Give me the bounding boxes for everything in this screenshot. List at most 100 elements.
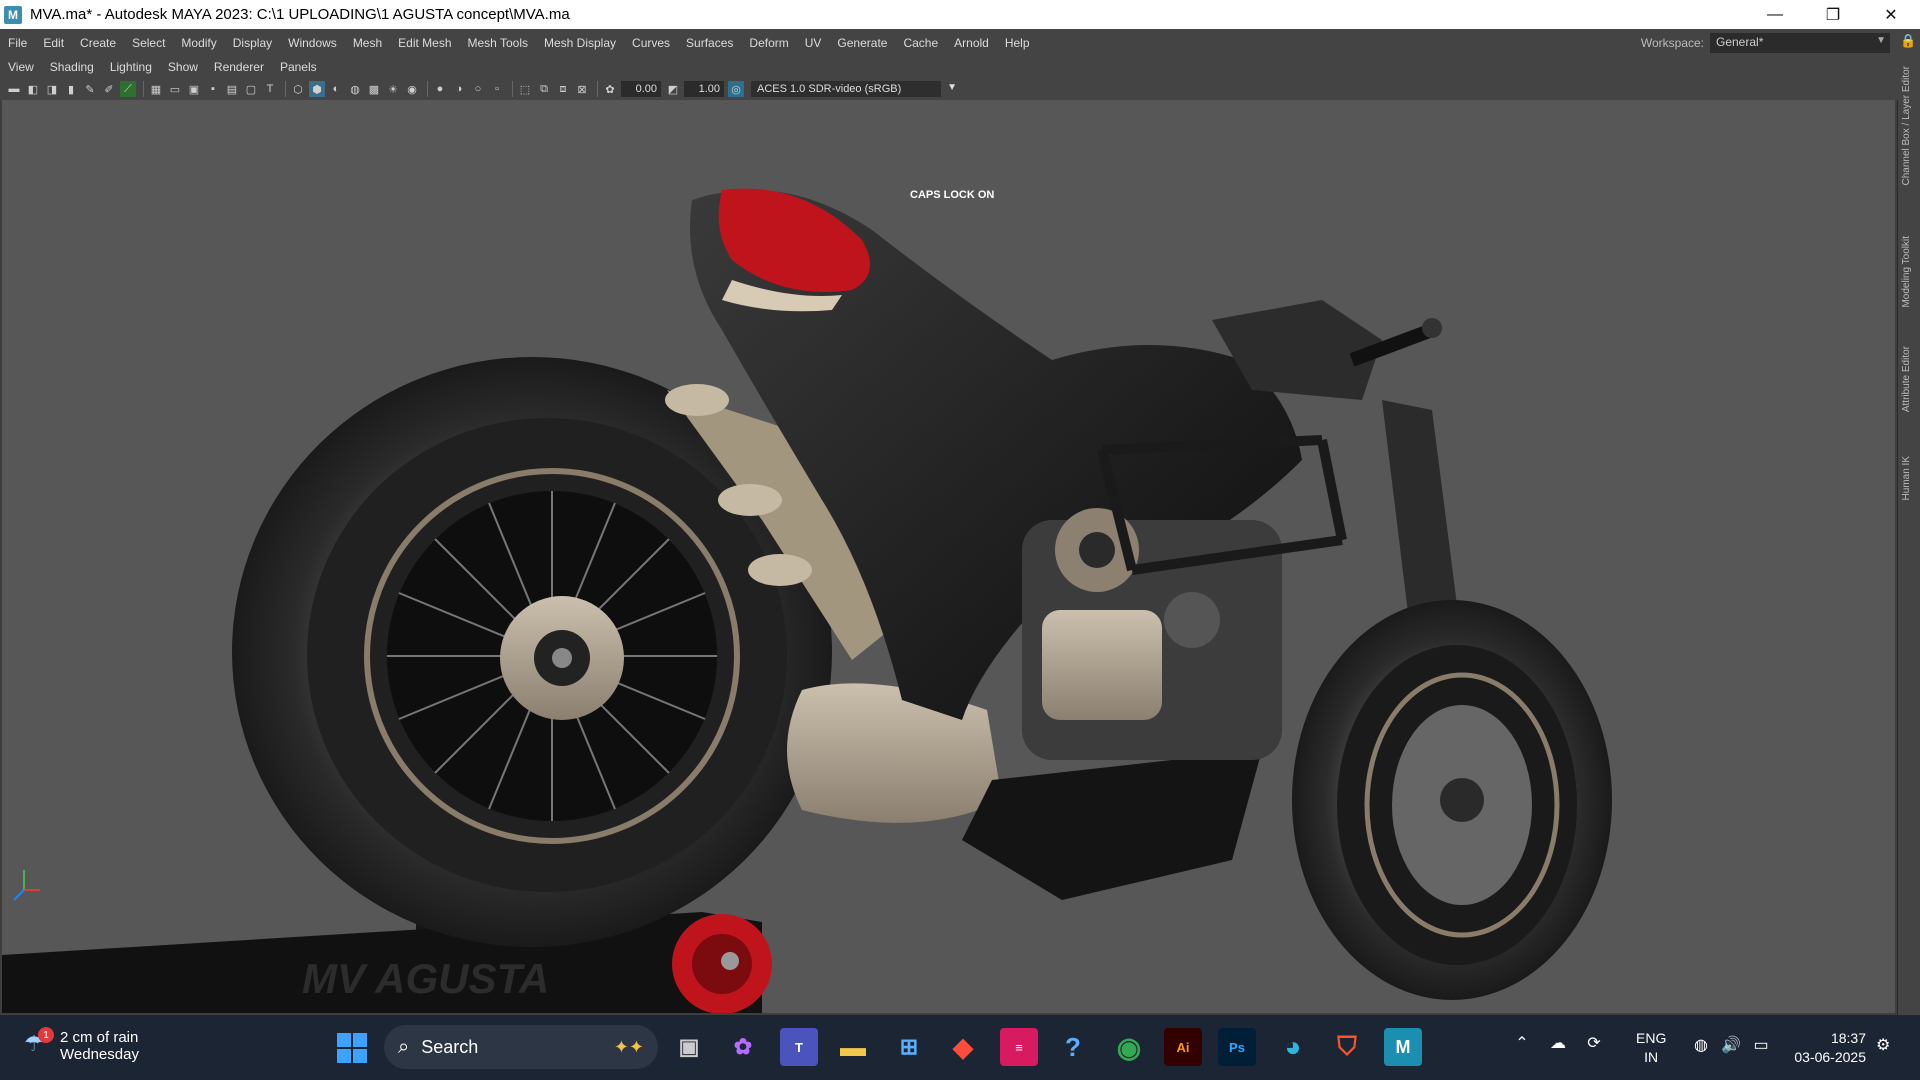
maya-taskbar-icon[interactable]: M <box>1384 1028 1422 1066</box>
lock-icon[interactable]: 🔒 <box>1900 33 1916 51</box>
safe-title-icon[interactable]: T <box>262 81 278 97</box>
perspective-viewport[interactable]: MV AGUSTA CAPS LOCK ON <box>2 100 1895 1013</box>
chevron-up-icon[interactable]: ⌃ <box>1508 1033 1536 1053</box>
image-plane-icon[interactable]: ▮ <box>63 81 79 97</box>
menu-mesh-tools[interactable]: Mesh Tools <box>460 36 536 50</box>
safe-action-icon[interactable]: ▢ <box>243 81 259 97</box>
menu-generate[interactable]: Generate <box>829 36 895 50</box>
windows-start-icon[interactable] <box>336 1032 368 1064</box>
backface-icon[interactable]: ⊠ <box>574 81 590 97</box>
windows-taskbar: ☂ 1 2 cm of rain Wednesday ⌕ Search ✦✦ ▣… <box>0 1015 1920 1080</box>
menu-uv[interactable]: UV <box>797 36 830 50</box>
film-gate-icon[interactable]: ▭ <box>167 81 183 97</box>
gamma-field[interactable]: 1.00 <box>684 81 724 97</box>
panel-menu-show[interactable]: Show <box>160 60 206 74</box>
copilot-icon[interactable]: ✿ <box>724 1028 762 1066</box>
weather-widget[interactable]: ☂ 1 2 cm of rain Wednesday <box>24 1027 139 1063</box>
menu-create[interactable]: Create <box>72 36 124 50</box>
textured-icon[interactable]: ◍ <box>347 81 363 97</box>
isolate-select-icon[interactable]: ⬚ <box>517 81 533 97</box>
menu-select[interactable]: Select <box>124 36 173 50</box>
panel-menu-view[interactable]: View <box>0 60 42 74</box>
select-camera-icon[interactable]: ▬ <box>6 81 22 97</box>
menu-curves[interactable]: Curves <box>624 36 678 50</box>
menu-edit-mesh[interactable]: Edit Mesh <box>390 36 459 50</box>
xray-joints-icon[interactable]: ⧉ <box>536 81 552 97</box>
forza-icon[interactable]: ≡ <box>1000 1028 1038 1066</box>
xray-active-icon[interactable]: ⧈ <box>555 81 571 97</box>
lights-icon[interactable]: ☀ <box>385 81 401 97</box>
panel-menu-lighting[interactable]: Lighting <box>102 60 160 74</box>
menu-modify[interactable]: Modify <box>173 36 224 50</box>
language-indicator[interactable]: ENG IN <box>1636 1029 1666 1067</box>
gate-mask-icon[interactable]: ▪ <box>205 81 221 97</box>
gamma-icon[interactable]: ◩ <box>665 81 681 97</box>
menu-surfaces[interactable]: Surfaces <box>678 36 741 50</box>
photoshop-icon[interactable]: Ps <box>1218 1028 1256 1066</box>
menu-deform[interactable]: Deform <box>741 36 796 50</box>
menu-edit[interactable]: Edit <box>35 36 72 50</box>
tab-attribute-editor[interactable]: Attribute Editor <box>1901 346 1912 412</box>
color-management-icon[interactable]: ◎ <box>728 81 744 97</box>
maya-app-icon[interactable]: M <box>4 5 22 24</box>
front-wheel <box>1292 600 1612 1000</box>
snap-icon[interactable]: ⟋ <box>120 81 136 97</box>
illustrator-icon[interactable]: Ai <box>1164 1028 1202 1066</box>
menu-cache[interactable]: Cache <box>895 36 946 50</box>
tab-channel-box[interactable]: Channel Box / Layer Editor <box>1901 66 1912 186</box>
brave-icon[interactable]: ⛉ <box>1328 1028 1366 1066</box>
battery-icon[interactable]: ▭ <box>1746 1035 1776 1055</box>
grease-pencil-icon[interactable]: ✐ <box>101 81 117 97</box>
sync-icon[interactable]: ⟳ <box>1580 1033 1608 1053</box>
menu-mesh[interactable]: Mesh <box>345 36 390 50</box>
red-app-icon[interactable]: ◆ <box>944 1028 982 1066</box>
menu-windows[interactable]: Windows <box>280 36 345 50</box>
panel-menu-panels[interactable]: Panels <box>272 60 325 74</box>
motion-blur-icon[interactable]: ◑ <box>451 81 467 97</box>
chrome-icon[interactable]: ◉ <box>1110 1028 1148 1066</box>
task-view-icon[interactable]: ▣ <box>670 1028 708 1066</box>
grid-icon[interactable]: ▦ <box>148 81 164 97</box>
bookmarks-icon[interactable]: ◨ <box>44 81 60 97</box>
menu-mesh-display[interactable]: Mesh Display <box>536 36 624 50</box>
globe-icon[interactable]: ◍ <box>1686 1035 1716 1055</box>
help-icon[interactable]: ? <box>1054 1028 1092 1066</box>
volume-icon[interactable]: 🔊 <box>1716 1035 1746 1055</box>
default-material-icon[interactable]: ◐ <box>328 81 344 97</box>
restore-button[interactable]: ❐ <box>1804 0 1862 29</box>
x-ray-icon[interactable]: ▩ <box>366 81 382 97</box>
field-chart-icon[interactable]: ▤ <box>224 81 240 97</box>
tab-modeling-toolkit[interactable]: Modeling Toolkit <box>1901 236 1912 308</box>
multisample-icon[interactable]: ○ <box>470 81 486 97</box>
menu-help[interactable]: Help <box>997 36 1038 50</box>
resolution-gate-icon[interactable]: ▣ <box>186 81 202 97</box>
teams-icon[interactable]: T <box>780 1028 818 1066</box>
microsoft-store-icon[interactable]: ⊞ <box>890 1028 928 1066</box>
two-d-pan-icon[interactable]: ✎ <box>82 81 98 97</box>
clock[interactable]: 18:37 03-06-2025 <box>1786 1029 1866 1067</box>
smooth-shade-icon[interactable]: ⬢ <box>309 81 325 97</box>
panel-menu-shading[interactable]: Shading <box>42 60 102 74</box>
view-transform-dropdown[interactable]: ACES 1.0 SDR-video (sRGB) ▼ <box>751 81 957 97</box>
close-button[interactable]: ✕ <box>1862 0 1920 29</box>
shadows-icon[interactable]: ◉ <box>404 81 420 97</box>
panel-menu-renderer[interactable]: Renderer <box>206 60 272 74</box>
wireframe-icon[interactable]: ⬡ <box>290 81 306 97</box>
depth-of-field-icon[interactable]: ▫ <box>489 81 505 97</box>
tab-human-ik[interactable]: Human IK <box>1901 456 1912 500</box>
menu-file[interactable]: File <box>0 36 35 50</box>
camera-attributes-icon[interactable]: ◧ <box>25 81 41 97</box>
file-explorer-icon[interactable]: ▬ <box>834 1028 872 1066</box>
edge-icon[interactable]: ◕ <box>1274 1028 1312 1066</box>
taskbar-search[interactable]: ⌕ Search ✦✦ <box>384 1025 658 1069</box>
exposure-icon[interactable]: ✿ <box>602 81 618 97</box>
sparkle-icon: ✦✦ <box>613 1036 644 1057</box>
menu-arnold[interactable]: Arnold <box>946 36 997 50</box>
minimize-button[interactable]: — <box>1746 0 1804 29</box>
onedrive-icon[interactable]: ☁ <box>1544 1033 1572 1053</box>
exposure-field[interactable]: 0.00 <box>621 81 661 97</box>
notification-icon[interactable]: ⚙ <box>1876 1035 1890 1055</box>
workspace-dropdown[interactable]: General* ▼ <box>1710 32 1890 53</box>
menu-display[interactable]: Display <box>225 36 280 50</box>
screen-space-ao-icon[interactable]: ● <box>432 81 448 97</box>
